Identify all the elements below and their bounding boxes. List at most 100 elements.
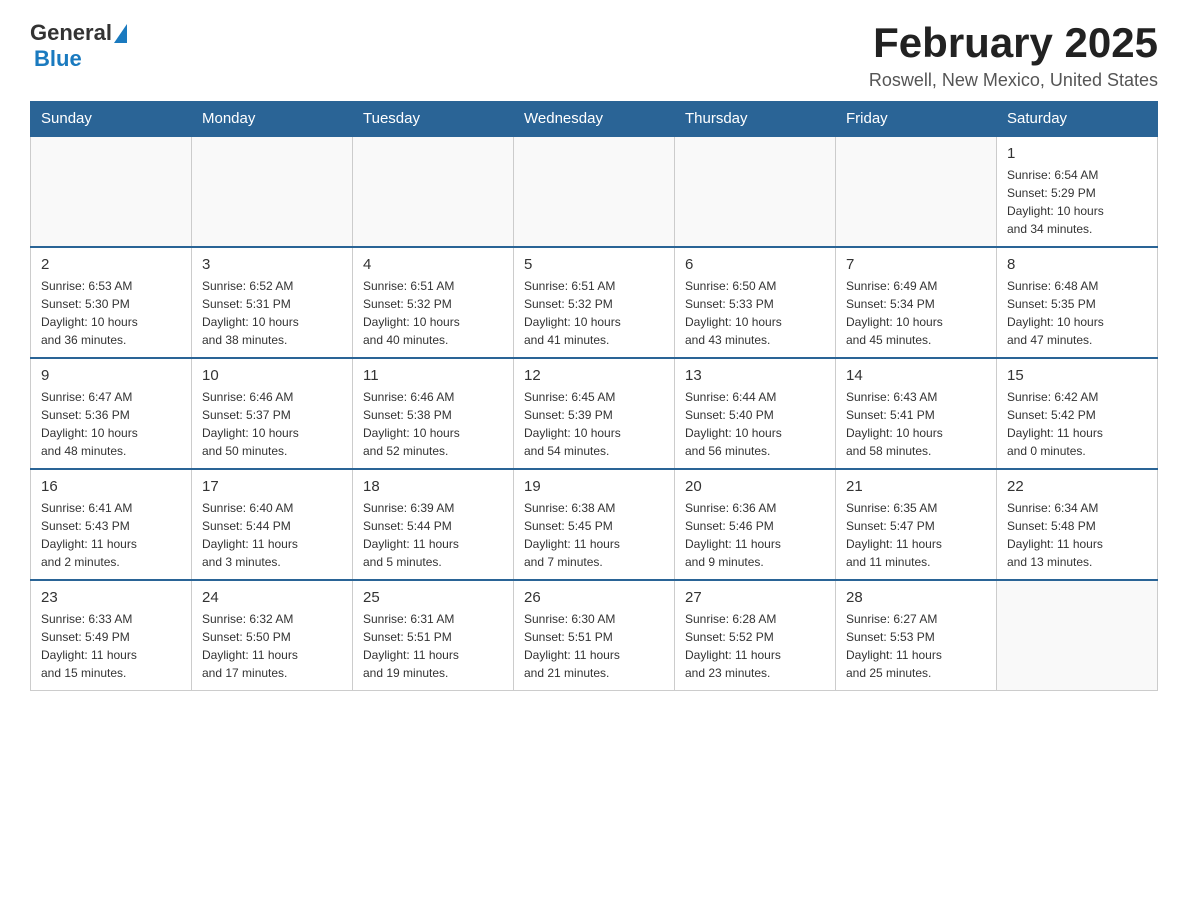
day-number: 19 [524,478,664,495]
day-number: 5 [524,256,664,273]
day-number: 12 [524,367,664,384]
day-info: Sunrise: 6:39 AMSunset: 5:44 PMDaylight:… [363,499,503,571]
day-number: 23 [41,589,181,606]
calendar-day [514,136,675,247]
day-number: 17 [202,478,342,495]
day-info: Sunrise: 6:36 AMSunset: 5:46 PMDaylight:… [685,499,825,571]
day-number: 8 [1007,256,1147,273]
title-area: February 2025 Roswell, New Mexico, Unite… [869,20,1158,91]
calendar-day: 14 Sunrise: 6:43 AMSunset: 5:41 PMDayligh… [836,358,997,469]
day-info: Sunrise: 6:49 AMSunset: 5:34 PMDaylight:… [846,277,986,349]
day-header-saturday: Saturday [997,102,1158,137]
day-number: 25 [363,589,503,606]
day-info: Sunrise: 6:28 AMSunset: 5:52 PMDaylight:… [685,610,825,682]
day-number: 20 [685,478,825,495]
day-number: 21 [846,478,986,495]
day-info: Sunrise: 6:51 AMSunset: 5:32 PMDaylight:… [363,277,503,349]
day-number: 27 [685,589,825,606]
month-title: February 2025 [869,20,1158,66]
calendar-day: 24 Sunrise: 6:32 AMSunset: 5:50 PMDayligh… [192,580,353,691]
logo-text-blue: Blue [34,46,82,71]
calendar-day: 9 Sunrise: 6:47 AMSunset: 5:36 PMDaylight… [31,358,192,469]
day-header-friday: Friday [836,102,997,137]
calendar-day [31,136,192,247]
calendar-day: 6 Sunrise: 6:50 AMSunset: 5:33 PMDaylight… [675,247,836,358]
calendar-table: SundayMondayTuesdayWednesdayThursdayFrid… [30,101,1158,691]
calendar-day: 4 Sunrise: 6:51 AMSunset: 5:32 PMDaylight… [353,247,514,358]
day-header-thursday: Thursday [675,102,836,137]
calendar-day: 22 Sunrise: 6:34 AMSunset: 5:48 PMDayligh… [997,469,1158,580]
calendar-day: 1 Sunrise: 6:54 AMSunset: 5:29 PMDaylight… [997,136,1158,247]
calendar-day: 7 Sunrise: 6:49 AMSunset: 5:34 PMDaylight… [836,247,997,358]
calendar-day: 25 Sunrise: 6:31 AMSunset: 5:51 PMDayligh… [353,580,514,691]
day-number: 13 [685,367,825,384]
day-header-monday: Monday [192,102,353,137]
calendar-day: 16Sunrise: 6:41 AMSunset: 5:43 PMDayligh… [31,469,192,580]
day-info: Sunrise: 6:45 AMSunset: 5:39 PMDaylight:… [524,388,664,460]
day-number: 18 [363,478,503,495]
calendar-day: 11 Sunrise: 6:46 AMSunset: 5:38 PMDayligh… [353,358,514,469]
day-number: 15 [1007,367,1147,384]
day-number: 7 [846,256,986,273]
day-info: Sunrise: 6:54 AMSunset: 5:29 PMDaylight:… [1007,166,1147,238]
day-number: 10 [202,367,342,384]
day-number: 26 [524,589,664,606]
calendar-day: 20 Sunrise: 6:36 AMSunset: 5:46 PMDayligh… [675,469,836,580]
day-info: Sunrise: 6:31 AMSunset: 5:51 PMDaylight:… [363,610,503,682]
day-info: Sunrise: 6:43 AMSunset: 5:41 PMDaylight:… [846,388,986,460]
day-number: 11 [363,367,503,384]
calendar-day: 2Sunrise: 6:53 AMSunset: 5:30 PMDaylight… [31,247,192,358]
calendar-day: 28 Sunrise: 6:27 AMSunset: 5:53 PMDayligh… [836,580,997,691]
day-number: 3 [202,256,342,273]
day-info: Sunrise: 6:47 AMSunset: 5:36 PMDaylight:… [41,388,181,460]
day-header-wednesday: Wednesday [514,102,675,137]
day-number: 1 [1007,145,1147,162]
calendar-day: 19Sunrise: 6:38 AMSunset: 5:45 PMDayligh… [514,469,675,580]
week-row-3: 9 Sunrise: 6:47 AMSunset: 5:36 PMDaylight… [31,358,1158,469]
day-info: Sunrise: 6:52 AMSunset: 5:31 PMDaylight:… [202,277,342,349]
day-info: Sunrise: 6:41 AMSunset: 5:43 PMDaylight:… [41,499,181,571]
day-number: 9 [41,367,181,384]
day-number: 22 [1007,478,1147,495]
calendar-day [192,136,353,247]
logo-triangle-icon [114,24,127,43]
day-number: 24 [202,589,342,606]
day-info: Sunrise: 6:42 AMSunset: 5:42 PMDaylight:… [1007,388,1147,460]
week-row-5: 23Sunrise: 6:33 AMSunset: 5:49 PMDayligh… [31,580,1158,691]
calendar-day: 15 Sunrise: 6:42 AMSunset: 5:42 PMDayligh… [997,358,1158,469]
week-row-4: 16Sunrise: 6:41 AMSunset: 5:43 PMDayligh… [31,469,1158,580]
calendar-day: 26 Sunrise: 6:30 AMSunset: 5:51 PMDayligh… [514,580,675,691]
calendar-day: 23Sunrise: 6:33 AMSunset: 5:49 PMDayligh… [31,580,192,691]
day-number: 6 [685,256,825,273]
day-info: Sunrise: 6:51 AMSunset: 5:32 PMDaylight:… [524,277,664,349]
calendar-day [675,136,836,247]
day-info: Sunrise: 6:32 AMSunset: 5:50 PMDaylight:… [202,610,342,682]
page-header: General Blue February 2025 Roswell, New … [30,20,1158,91]
day-number: 2 [41,256,181,273]
day-number: 28 [846,589,986,606]
logo: General Blue [30,20,127,72]
day-info: Sunrise: 6:50 AMSunset: 5:33 PMDaylight:… [685,277,825,349]
day-info: Sunrise: 6:35 AMSunset: 5:47 PMDaylight:… [846,499,986,571]
calendar-day: 21 Sunrise: 6:35 AMSunset: 5:47 PMDayligh… [836,469,997,580]
week-row-2: 2Sunrise: 6:53 AMSunset: 5:30 PMDaylight… [31,247,1158,358]
day-info: Sunrise: 6:34 AMSunset: 5:48 PMDaylight:… [1007,499,1147,571]
day-info: Sunrise: 6:30 AMSunset: 5:51 PMDaylight:… [524,610,664,682]
calendar-day: 5 Sunrise: 6:51 AMSunset: 5:32 PMDaylight… [514,247,675,358]
calendar-day: 18 Sunrise: 6:39 AMSunset: 5:44 PMDayligh… [353,469,514,580]
calendar-day: 17Sunrise: 6:40 AMSunset: 5:44 PMDayligh… [192,469,353,580]
calendar-day: 3 Sunrise: 6:52 AMSunset: 5:31 PMDaylight… [192,247,353,358]
day-info: Sunrise: 6:44 AMSunset: 5:40 PMDaylight:… [685,388,825,460]
calendar-day: 12 Sunrise: 6:45 AMSunset: 5:39 PMDayligh… [514,358,675,469]
day-number: 14 [846,367,986,384]
calendar-day: 8 Sunrise: 6:48 AMSunset: 5:35 PMDaylight… [997,247,1158,358]
day-info: Sunrise: 6:48 AMSunset: 5:35 PMDaylight:… [1007,277,1147,349]
calendar-day: 13 Sunrise: 6:44 AMSunset: 5:40 PMDayligh… [675,358,836,469]
day-header-sunday: Sunday [31,102,192,137]
day-info: Sunrise: 6:27 AMSunset: 5:53 PMDaylight:… [846,610,986,682]
calendar-day [353,136,514,247]
location-title: Roswell, New Mexico, United States [869,70,1158,91]
day-number: 4 [363,256,503,273]
day-info: Sunrise: 6:46 AMSunset: 5:38 PMDaylight:… [363,388,503,460]
logo-text-general: General [30,20,112,46]
